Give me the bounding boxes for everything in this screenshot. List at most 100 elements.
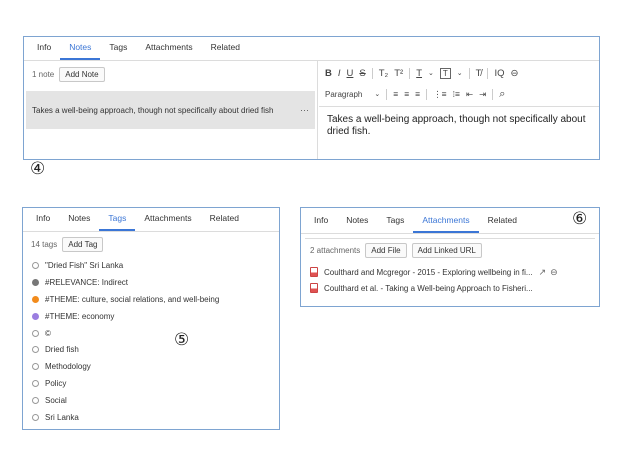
tag-label: Methodology [45,362,91,372]
tag-row[interactable]: Social [32,392,279,409]
tag-color-icon [32,397,39,405]
tag-list: "Dried Fish" Sri Lanka #RELEVANCE: Indire… [23,252,279,426]
tag-label: Sri Lanka [45,412,79,422]
tab-attachments[interactable]: Attachments [136,42,201,60]
attachment-title: Coulthard et al. - Taking a Well-being A… [324,283,533,293]
item-tabs: Info Notes Tags Attachments Related [23,208,279,232]
tab-attachments[interactable]: Attachments [413,215,479,233]
note-editor: B I U S T₂ T² T ⌄ T ⌄ T̸ IQ ⊖ Paragraph … [319,61,599,159]
tab-related[interactable]: Related [202,42,249,60]
pdf-icon [310,283,318,293]
tag-label: #RELEVANCE: Indirect [45,277,128,287]
attachment-row[interactable]: Coulthard et al. - Taking a Well-being A… [310,280,595,296]
tag-row[interactable]: Policy [32,375,279,392]
add-tag-button[interactable]: Add Tag [62,237,104,252]
superscript-icon[interactable]: T² [394,68,403,79]
tag-color-icon [32,329,39,337]
tab-info[interactable]: Info [28,42,60,60]
subscript-icon[interactable]: T₂ [379,68,389,79]
outdent-icon[interactable]: ⇤ [466,89,473,100]
tag-color-icon [32,295,39,303]
underline-icon[interactable]: U [347,68,354,79]
align-left-icon[interactable]: ≡ [393,89,398,99]
paragraph-format-select[interactable]: Paragraph [325,90,362,99]
show-file-icon[interactable]: ↗ [539,267,547,278]
italic-icon[interactable]: I [338,68,341,79]
add-linked-url-button[interactable]: Add Linked URL [411,243,482,258]
attachments-section: 2 attachments Add File Add Linked URL Co… [305,238,595,306]
pdf-icon [310,267,318,277]
align-right-icon[interactable]: ≡ [415,89,420,99]
tag-color-icon [32,380,39,388]
tab-related[interactable]: Related [479,215,526,233]
text-color-icon[interactable]: T [416,68,422,79]
callout-number: ⑤ [174,330,190,350]
note-editor-body[interactable]: Takes a well-being approach, though not … [319,107,599,145]
highlight-icon[interactable]: T [439,67,451,79]
callout-number: ④ [30,159,46,179]
bold-icon[interactable]: B [325,68,332,79]
tab-info[interactable]: Info [27,213,59,231]
item-pane-tags: Info Notes Tags Attachments Related 14 t… [22,207,280,430]
toolbar-divider [492,88,494,100]
item-tabs: Info Notes Tags Attachments Related [24,37,599,61]
chevron-down-icon[interactable]: ⌄ [457,69,463,77]
tab-tags[interactable]: Tags [377,215,413,233]
note-list-item[interactable]: Takes a well-being approach, though not … [26,91,315,129]
item-tabs: Info Notes Tags Attachments Related [301,208,599,234]
tab-notes[interactable]: Notes [337,215,377,233]
tag-color-icon [32,346,39,354]
note-preview-text: Takes a well-being approach, though not … [32,105,274,115]
tag-row[interactable]: Sri Lanka [32,409,279,426]
align-center-icon[interactable]: ≡ [404,89,409,99]
toolbar-divider [409,67,411,79]
tag-row[interactable]: © [32,325,279,342]
tag-count: 14 tags [31,240,58,249]
chevron-down-icon[interactable]: ⌄ [428,69,434,77]
clear-formatting-icon[interactable]: T̸ [476,68,482,79]
tag-row[interactable]: Dried fish [32,341,279,358]
tab-notes[interactable]: Notes [59,213,99,231]
tag-label: #THEME: economy [45,311,115,321]
bulleted-list-icon[interactable]: ⋮≡ [433,89,446,100]
find-icon[interactable]: ⌕ [499,88,505,101]
link-icon[interactable]: ⊖ [511,68,519,79]
attachment-row[interactable]: Coulthard and Mcgregor - 2015 - Explorin… [310,264,595,280]
tab-attachments[interactable]: Attachments [135,213,200,231]
remove-icon[interactable]: ⊖ [550,267,558,278]
tag-color-icon [32,312,39,320]
insert-citation-icon[interactable]: IQ [494,68,504,79]
tag-label: #THEME: culture, social relations, and w… [45,294,220,304]
callout-number: ⑥ [572,209,588,229]
tab-info[interactable]: Info [305,215,337,233]
format-toolbar: B I U S T₂ T² T ⌄ T ⌄ T̸ IQ ⊖ [319,64,599,82]
tag-label: Policy [45,379,67,389]
toolbar-divider [468,67,470,79]
tag-row[interactable]: #THEME: culture, social relations, and w… [32,291,279,308]
indent-icon[interactable]: ⇥ [479,89,486,100]
tag-color-icon [32,261,39,269]
tab-notes[interactable]: Notes [60,42,101,60]
attachment-count: 2 attachments [310,246,361,255]
tag-label: Dried fish [45,345,79,355]
numbered-list-icon[interactable]: ⁞≡ [453,89,460,99]
chevron-down-icon[interactable]: ⌄ [374,90,380,98]
tag-row[interactable]: #THEME: economy [32,308,279,325]
paragraph-toolbar: Paragraph ⌄ ≡ ≡ ≡ ⋮≡ ⁞≡ ⇤ ⇥ ⌕ [319,85,599,103]
strikethrough-icon[interactable]: S [359,68,365,79]
add-note-button[interactable]: Add Note [59,67,105,82]
attachment-list: Coulthard and Mcgregor - 2015 - Explorin… [305,258,595,296]
tab-related[interactable]: Related [201,213,248,231]
tab-tags[interactable]: Tags [100,42,136,60]
add-file-button[interactable]: Add File [365,243,407,258]
tag-row[interactable]: #RELEVANCE: Indirect [32,274,279,291]
tag-row[interactable]: Methodology [32,358,279,375]
tag-color-icon [32,278,39,286]
toolbar-divider [487,67,489,79]
item-pane-attachments: Info Notes Tags Attachments Related ⑥ 2 … [300,207,600,307]
toolbar-divider [371,67,373,79]
more-options-icon[interactable]: ··· [300,105,309,115]
tag-row[interactable]: "Dried Fish" Sri Lanka [32,257,279,274]
toolbar-divider [386,88,388,100]
tab-tags[interactable]: Tags [99,213,136,231]
